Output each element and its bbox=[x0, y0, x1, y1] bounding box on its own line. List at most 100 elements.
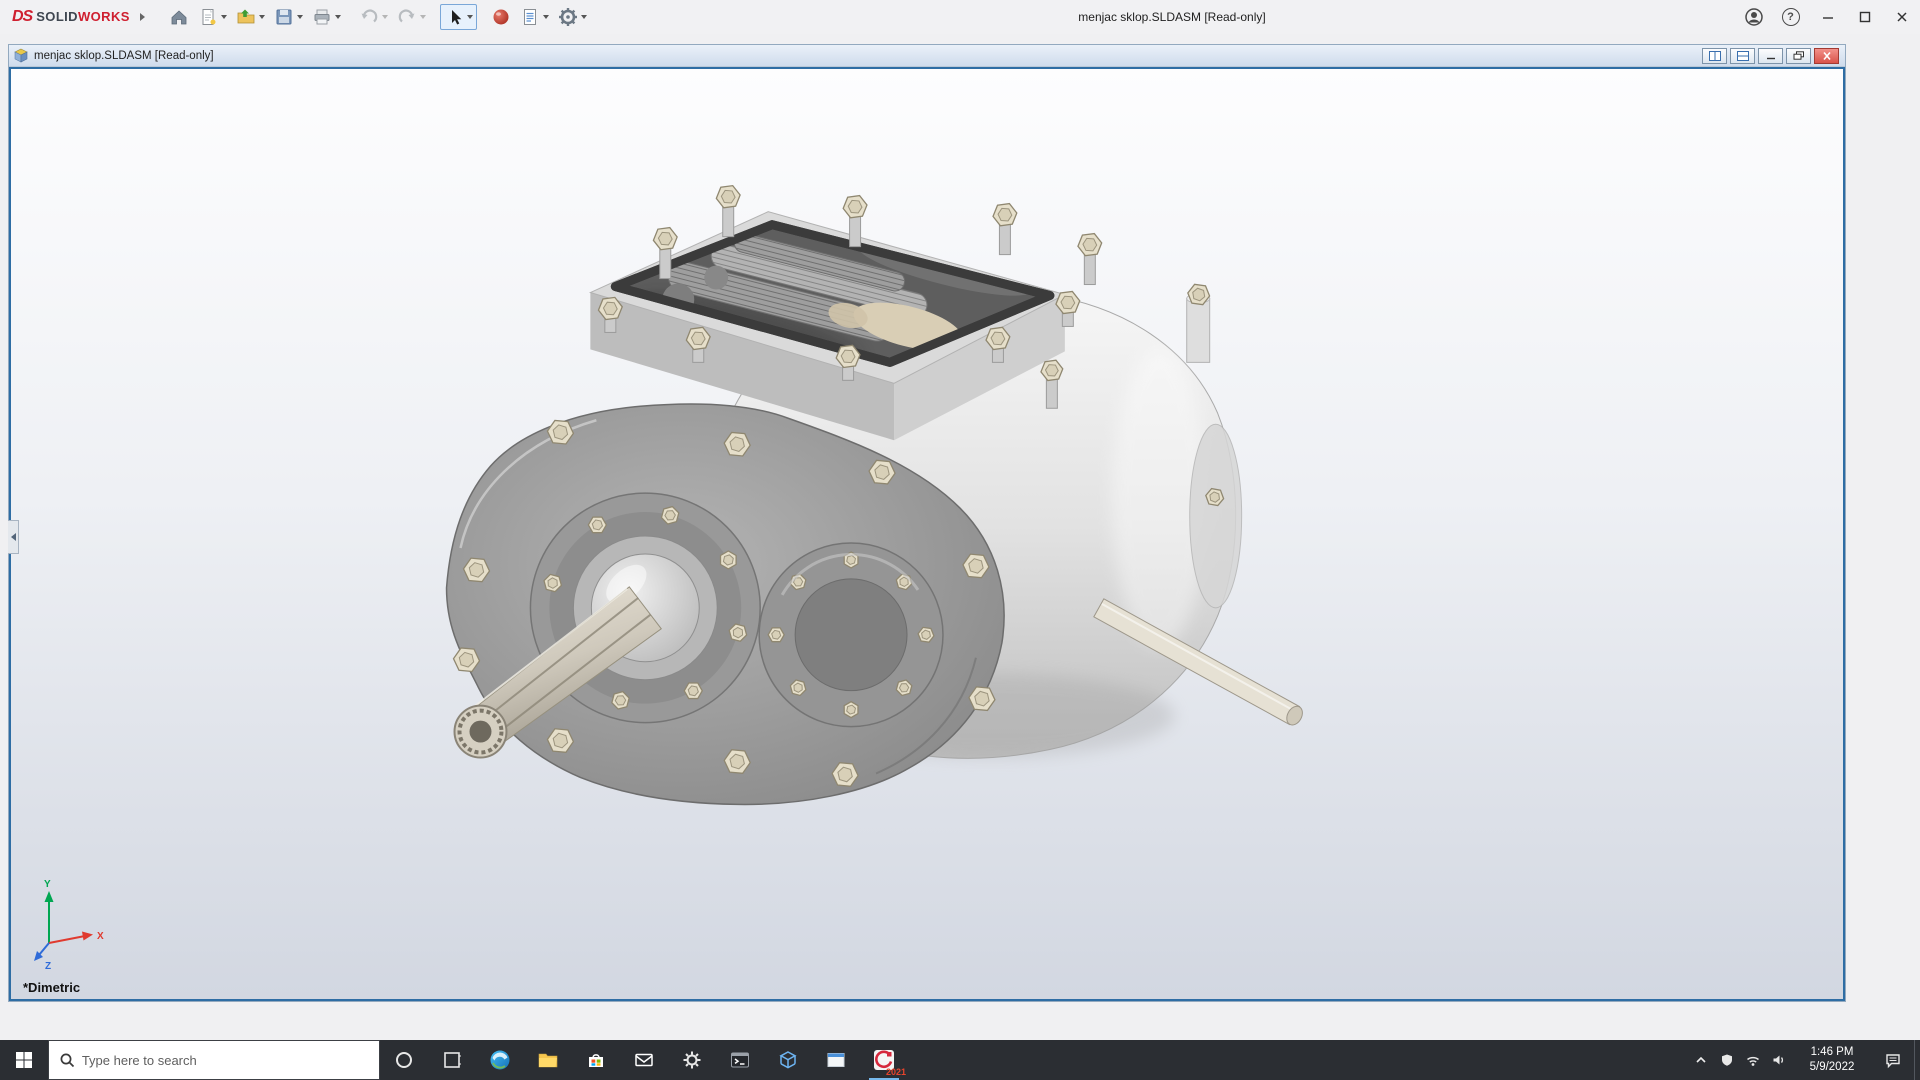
search-icon bbox=[60, 1053, 74, 1068]
wifi-icon bbox=[1747, 1056, 1759, 1066]
search-input[interactable] bbox=[81, 1052, 369, 1068]
view-orientation-label: *Dimetric bbox=[23, 980, 81, 995]
security-shield-icon bbox=[1722, 1054, 1732, 1066]
terminal-button[interactable] bbox=[716, 1040, 764, 1080]
mail-icon bbox=[635, 1053, 653, 1067]
tile-horizontal-icon bbox=[1736, 50, 1749, 61]
save-dropdown[interactable] bbox=[296, 15, 303, 19]
chevron-up-icon bbox=[1696, 1056, 1706, 1063]
doc-minimize-button[interactable] bbox=[1758, 47, 1783, 64]
hidden-icons-button[interactable] bbox=[1688, 1040, 1714, 1080]
x-axis-label: X bbox=[97, 931, 104, 942]
mail-button[interactable] bbox=[620, 1040, 668, 1080]
undo-button[interactable] bbox=[355, 4, 392, 30]
solidworks-application: DS SOLID WORKS menjac sklop.SLDASM [Read… bbox=[0, 0, 1920, 1080]
help-button[interactable]: ? bbox=[1772, 0, 1809, 34]
tile-windows-button[interactable] bbox=[1702, 47, 1727, 64]
document-window: menjac sklop.SLDASM [Read-only] Y X Z *D… bbox=[8, 44, 1846, 1002]
security-tray-button[interactable] bbox=[1714, 1040, 1740, 1080]
solidworks-taskbar-button[interactable]: 2021 bbox=[860, 1040, 908, 1080]
save-icon bbox=[276, 9, 292, 25]
maximize-icon bbox=[1859, 11, 1870, 23]
rebuild-button[interactable] bbox=[487, 4, 515, 30]
solidworks-year-badge: 2021 bbox=[885, 1067, 906, 1077]
home-icon bbox=[171, 10, 187, 25]
application-title-bar: DS SOLID WORKS menjac sklop.SLDASM [Read… bbox=[0, 0, 1920, 34]
document-title: menjac sklop.SLDASM [Read-only] bbox=[34, 49, 214, 62]
speaker-icon bbox=[1773, 1055, 1784, 1065]
y-axis-arrow[interactable] bbox=[44, 891, 54, 902]
start-button[interactable] bbox=[0, 1040, 48, 1080]
doc-restore-button[interactable] bbox=[1786, 47, 1811, 64]
print-button[interactable] bbox=[308, 4, 345, 30]
close-button[interactable] bbox=[1883, 0, 1920, 34]
redo-dropdown[interactable] bbox=[419, 15, 426, 19]
rebuild-icon bbox=[493, 9, 509, 25]
new-document-dropdown[interactable] bbox=[220, 15, 227, 19]
taskbar-clock[interactable]: 1:46 PM 5/9/2022 bbox=[1792, 1045, 1872, 1075]
cortana-button[interactable] bbox=[380, 1040, 428, 1080]
menu-expand-chevron-icon[interactable] bbox=[139, 13, 145, 21]
graphics-viewport[interactable]: Y X Z *Dimetric bbox=[9, 67, 1845, 1001]
orientation-triad[interactable]: Y X Z bbox=[31, 877, 115, 973]
y-axis-label: Y bbox=[44, 879, 51, 890]
app-window-icon bbox=[827, 1053, 845, 1067]
model-canvas[interactable] bbox=[11, 69, 1843, 999]
volume-tray-button[interactable] bbox=[1766, 1040, 1792, 1080]
clock-date: 5/9/2022 bbox=[1809, 1061, 1855, 1073]
clock-time: 1:46 PM bbox=[1810, 1046, 1854, 1059]
brand-works-text: WORKS bbox=[77, 9, 130, 24]
x-axis-arrow[interactable] bbox=[82, 931, 93, 941]
notification-icon bbox=[1886, 1054, 1900, 1069]
print-dropdown[interactable] bbox=[334, 15, 341, 19]
open-folder-icon bbox=[237, 9, 255, 24]
account-button[interactable] bbox=[1735, 0, 1772, 34]
gear-icon bbox=[558, 8, 577, 26]
undo-icon bbox=[361, 9, 378, 23]
feature-manager-collapse-tab[interactable] bbox=[8, 520, 19, 554]
save-button[interactable] bbox=[270, 4, 307, 30]
close-icon bbox=[1822, 51, 1831, 60]
select-cursor-icon bbox=[451, 10, 462, 25]
side-bearing-cover bbox=[758, 542, 944, 728]
minimize-button[interactable] bbox=[1809, 0, 1846, 34]
store-button[interactable] bbox=[572, 1040, 620, 1080]
help-icon: ? bbox=[1781, 8, 1800, 26]
minimize-icon bbox=[1822, 17, 1833, 19]
home-button[interactable] bbox=[165, 4, 193, 30]
restore-icon bbox=[1793, 50, 1804, 60]
show-desktop-button[interactable] bbox=[1914, 1040, 1920, 1080]
file-explorer-button[interactable] bbox=[524, 1040, 572, 1080]
open-dropdown[interactable] bbox=[258, 15, 265, 19]
cascade-windows-button[interactable] bbox=[1730, 47, 1755, 64]
3d-cube-icon bbox=[779, 1051, 797, 1069]
user-account-icon bbox=[1744, 8, 1763, 26]
redo-icon bbox=[398, 9, 415, 23]
print-icon bbox=[314, 9, 330, 25]
file-properties-dropdown[interactable] bbox=[542, 15, 549, 19]
select-tool-dropdown[interactable] bbox=[466, 15, 473, 19]
task-view-button[interactable] bbox=[428, 1040, 476, 1080]
redo-button[interactable] bbox=[393, 4, 430, 30]
file-properties-button[interactable] bbox=[516, 4, 553, 30]
new-document-button[interactable] bbox=[194, 4, 231, 30]
taskbar-search[interactable] bbox=[48, 1040, 380, 1080]
network-tray-button[interactable] bbox=[1740, 1040, 1766, 1080]
document-title-bar: menjac sklop.SLDASM [Read-only] bbox=[9, 45, 1845, 67]
solidworks-menu-logo[interactable]: DS SOLID WORKS bbox=[12, 8, 130, 26]
edge-button[interactable] bbox=[476, 1040, 524, 1080]
store-icon bbox=[589, 1054, 603, 1067]
app-window-button[interactable] bbox=[812, 1040, 860, 1080]
options-button[interactable] bbox=[554, 4, 591, 30]
select-tool-button[interactable] bbox=[439, 4, 477, 30]
doc-close-button[interactable] bbox=[1814, 47, 1839, 64]
3d-viewer-button[interactable] bbox=[764, 1040, 812, 1080]
file-explorer-icon bbox=[538, 1053, 558, 1068]
maximize-button[interactable] bbox=[1846, 0, 1883, 34]
options-dropdown[interactable] bbox=[580, 15, 587, 19]
open-button[interactable] bbox=[232, 4, 269, 30]
settings-button[interactable] bbox=[668, 1040, 716, 1080]
undo-dropdown[interactable] bbox=[381, 15, 388, 19]
quick-access-toolbar bbox=[165, 4, 592, 30]
action-center-button[interactable] bbox=[1872, 1040, 1914, 1080]
